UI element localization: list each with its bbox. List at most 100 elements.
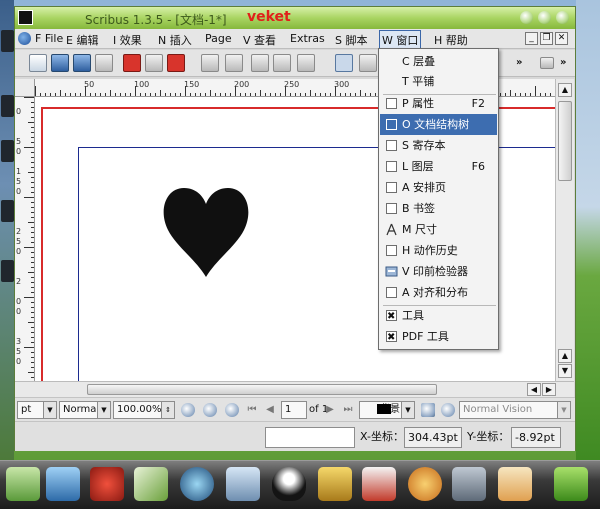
zoom-in-icon[interactable] [225, 403, 239, 417]
window-menu-scrapbook[interactable]: S 寄存本 [380, 135, 497, 156]
new-document-icon[interactable] [29, 54, 47, 72]
desktop-icon[interactable] [1, 30, 14, 52]
window-menu-measurements[interactable]: M 尺寸 [380, 219, 497, 240]
desktop-icon[interactable] [1, 260, 14, 282]
preview-mode-icon[interactable] [421, 403, 435, 417]
menu-edit[interactable]: E 编辑 [66, 32, 98, 48]
first-page-icon[interactable]: ⏮ [245, 403, 259, 417]
image-mode-select[interactable]: Normal ▼ [59, 401, 111, 419]
vision-select[interactable]: Normal Vision ▼ [459, 401, 571, 419]
scroll-left-icon[interactable]: ◀ [527, 383, 541, 396]
paste-icon[interactable] [297, 54, 315, 72]
ruler-corner[interactable] [15, 79, 35, 97]
launcher-pet-icon[interactable] [90, 467, 124, 501]
launcher-help-icon[interactable] [554, 467, 588, 501]
window-menu-arrange-pages[interactable]: A 安排页 [380, 177, 497, 198]
scroll-up-icon[interactable]: ▲ [558, 83, 572, 97]
horizontal-scrollbar[interactable]: ◀ ▶ [15, 381, 574, 397]
mdi-close-icon[interactable]: ✕ [555, 32, 568, 45]
text-frame-icon[interactable] [359, 54, 377, 72]
mdi-restore-icon[interactable]: ❐ [540, 32, 553, 45]
toolbar-overflow-icon[interactable]: » [516, 57, 522, 68]
launcher-media-icon[interactable] [180, 467, 214, 501]
window-menu-cascade[interactable]: C 层叠 [380, 51, 497, 72]
ruler-tick [31, 227, 34, 228]
launcher-network-icon[interactable] [226, 467, 260, 501]
menu-page[interactable]: Page [205, 32, 232, 45]
page-number-input[interactable]: 1 [281, 401, 307, 419]
menu-script[interactable]: S 脚本 [335, 32, 367, 48]
app-icon[interactable] [18, 10, 33, 25]
launcher-image-viewer-icon[interactable] [362, 467, 396, 501]
window-menu-bookmarks[interactable]: B 书签 [380, 198, 497, 219]
vertical-scroll-thumb[interactable] [558, 101, 572, 181]
pdf-export-icon[interactable] [167, 54, 185, 72]
previous-page-icon[interactable]: ◀ [263, 403, 277, 417]
eye-icon[interactable] [441, 403, 455, 417]
unit-select[interactable]: pt ▼ [17, 401, 57, 419]
close-icon[interactable] [556, 11, 569, 24]
menu-effects[interactable]: I 效果 [113, 32, 142, 48]
ruler-tick [240, 93, 241, 96]
window-menu-pdf-tools[interactable]: PDF 工具 [380, 326, 497, 348]
maximize-icon[interactable] [538, 11, 551, 24]
zoom-stepper-icon[interactable]: ⇕ [161, 402, 174, 418]
last-page-icon[interactable]: ⏭ [341, 403, 355, 417]
launcher-game-icon[interactable] [498, 467, 532, 501]
menu-view[interactable]: V 查看 [243, 32, 276, 48]
ruler-label: 2 [16, 277, 22, 286]
ruler-tick [165, 93, 166, 96]
launcher-computer-icon[interactable] [46, 467, 80, 501]
launcher-editor-icon[interactable] [134, 467, 168, 501]
window-menu-align-distribute[interactable]: A 对齐和分布 [380, 282, 497, 303]
undo-icon[interactable] [201, 54, 219, 72]
preflight-icon[interactable] [123, 54, 141, 72]
pdf-toolbar-overflow-icon[interactable]: » [560, 57, 566, 68]
menu-file[interactable]: F File [35, 32, 63, 45]
redo-icon[interactable] [225, 54, 243, 72]
desktop-icon[interactable] [1, 140, 14, 162]
window-menu-tools[interactable]: 工具 [380, 305, 497, 327]
select-tool-icon[interactable] [335, 54, 353, 72]
menu-window[interactable]: W 窗口 [379, 30, 422, 50]
launcher-paint-icon[interactable] [408, 467, 442, 501]
desktop-icon[interactable] [1, 200, 14, 222]
window-menu-outline[interactable]: O 文档结构树 [380, 114, 497, 135]
view-control-bar: pt ▼ Normal ▼ 100.00% ⇕ ⏮ ◀ 1 of 1 ▶ ⏭ 背… [15, 397, 575, 421]
pdf-toolbar-icon[interactable] [540, 57, 554, 69]
launcher-tools-icon[interactable] [452, 467, 486, 501]
scroll-up-icon[interactable]: ▲ [558, 349, 572, 363]
print-icon[interactable] [145, 54, 163, 72]
title-bar[interactable]: Scribus 1.3.5 - [文档-1*] veket [15, 7, 575, 29]
window-menu-properties[interactable]: P 属性 F2 [380, 93, 497, 114]
menu-insert[interactable]: N 插入 [158, 32, 192, 48]
launcher-qq-icon[interactable] [272, 467, 306, 501]
scroll-down-icon[interactable]: ▼ [558, 364, 572, 378]
window-menu-layers[interactable]: L 图层 F6 [380, 156, 497, 177]
menu-extras[interactable]: Extras [290, 32, 325, 45]
window-menu-tile[interactable]: T 平铺 [380, 71, 497, 92]
vertical-ruler[interactable]: 0 5 0 1 5 0 2 5 0 2 0 0 3 5 0 [15, 97, 35, 381]
cut-icon[interactable] [251, 54, 269, 72]
scroll-right-icon[interactable]: ▶ [542, 383, 556, 396]
heart-shape[interactable] [156, 182, 256, 282]
zoom-input[interactable]: 100.00% ⇕ [113, 401, 175, 419]
window-menu-preflight-verifier[interactable]: V 印前检验器 [380, 261, 497, 282]
launcher-desktop-icon[interactable] [6, 467, 40, 501]
minimize-icon[interactable] [520, 11, 533, 24]
menu-help[interactable]: H 帮助 [434, 32, 468, 48]
horizontal-scroll-thumb[interactable] [87, 384, 437, 395]
zoom-out-icon[interactable] [181, 403, 195, 417]
desktop-icon[interactable] [1, 95, 14, 117]
window-menu-action-history[interactable]: H 动作历史 [380, 240, 497, 261]
close-document-icon[interactable] [95, 54, 113, 72]
copy-icon[interactable] [273, 54, 291, 72]
vertical-scrollbar[interactable]: ▲ ▲ ▼ [555, 79, 574, 381]
zoom-100-icon[interactable] [203, 403, 217, 417]
open-icon[interactable] [51, 54, 69, 72]
next-page-icon[interactable]: ▶ [323, 403, 337, 417]
launcher-files-icon[interactable] [318, 467, 352, 501]
save-icon[interactable] [73, 54, 91, 72]
mdi-minimize-icon[interactable]: _ [525, 32, 538, 45]
ruler-tick [31, 327, 34, 328]
